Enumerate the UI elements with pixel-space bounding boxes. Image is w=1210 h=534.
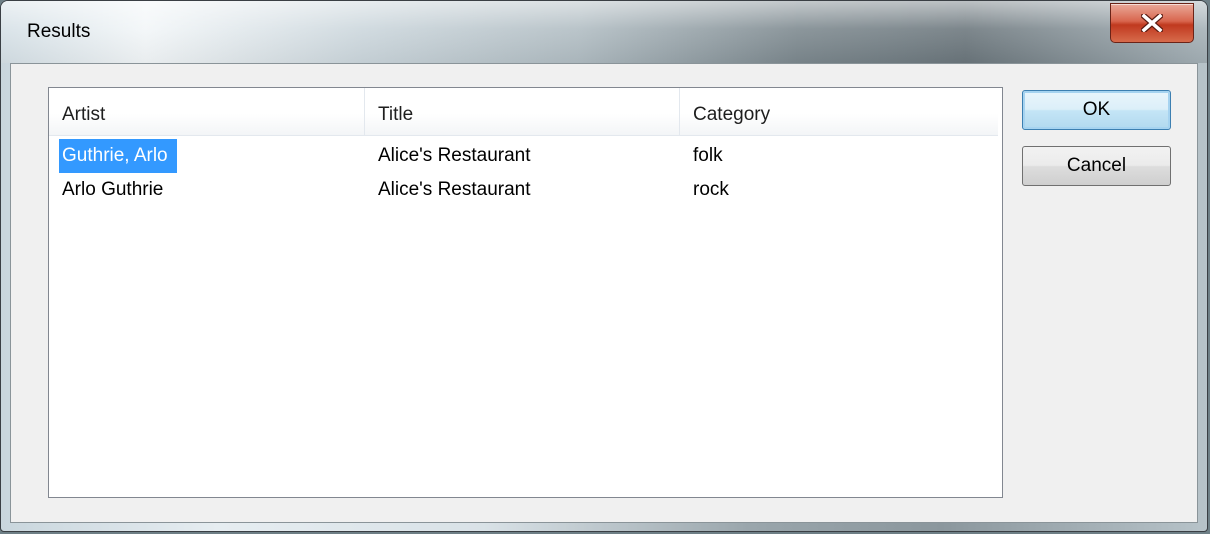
dialog-client-area: Artist Title Category Guthrie, Arlo Alic…: [10, 63, 1198, 523]
cell-title: Alice's Restaurant: [378, 145, 531, 166]
cell-title: Alice's Restaurant: [378, 179, 531, 200]
cell-artist: Guthrie, Arlo: [59, 139, 177, 173]
column-header-category[interactable]: Category: [680, 88, 998, 135]
cell-artist: Arlo Guthrie: [62, 179, 164, 200]
ok-button[interactable]: OK: [1022, 90, 1171, 130]
window-title: Results: [27, 21, 91, 42]
close-button[interactable]: [1110, 3, 1194, 43]
list-item[interactable]: Guthrie, Arlo Alice's Restaurant folk: [49, 139, 998, 173]
list-item[interactable]: Arlo Guthrie Alice's Restaurant rock: [49, 173, 998, 207]
cell-category: folk: [693, 145, 723, 166]
results-dialog: Results Artist Title Category Guthrie, A…: [0, 0, 1208, 532]
results-list[interactable]: Artist Title Category Guthrie, Arlo Alic…: [48, 87, 1003, 498]
column-header-artist[interactable]: Artist: [49, 88, 364, 135]
title-bar[interactable]: Results: [1, 1, 1207, 63]
cell-category: rock: [693, 179, 729, 200]
close-icon: [1141, 14, 1163, 32]
list-header: Artist Title Category: [49, 88, 998, 136]
cancel-button[interactable]: Cancel: [1022, 146, 1171, 186]
column-header-title[interactable]: Title: [365, 88, 679, 135]
